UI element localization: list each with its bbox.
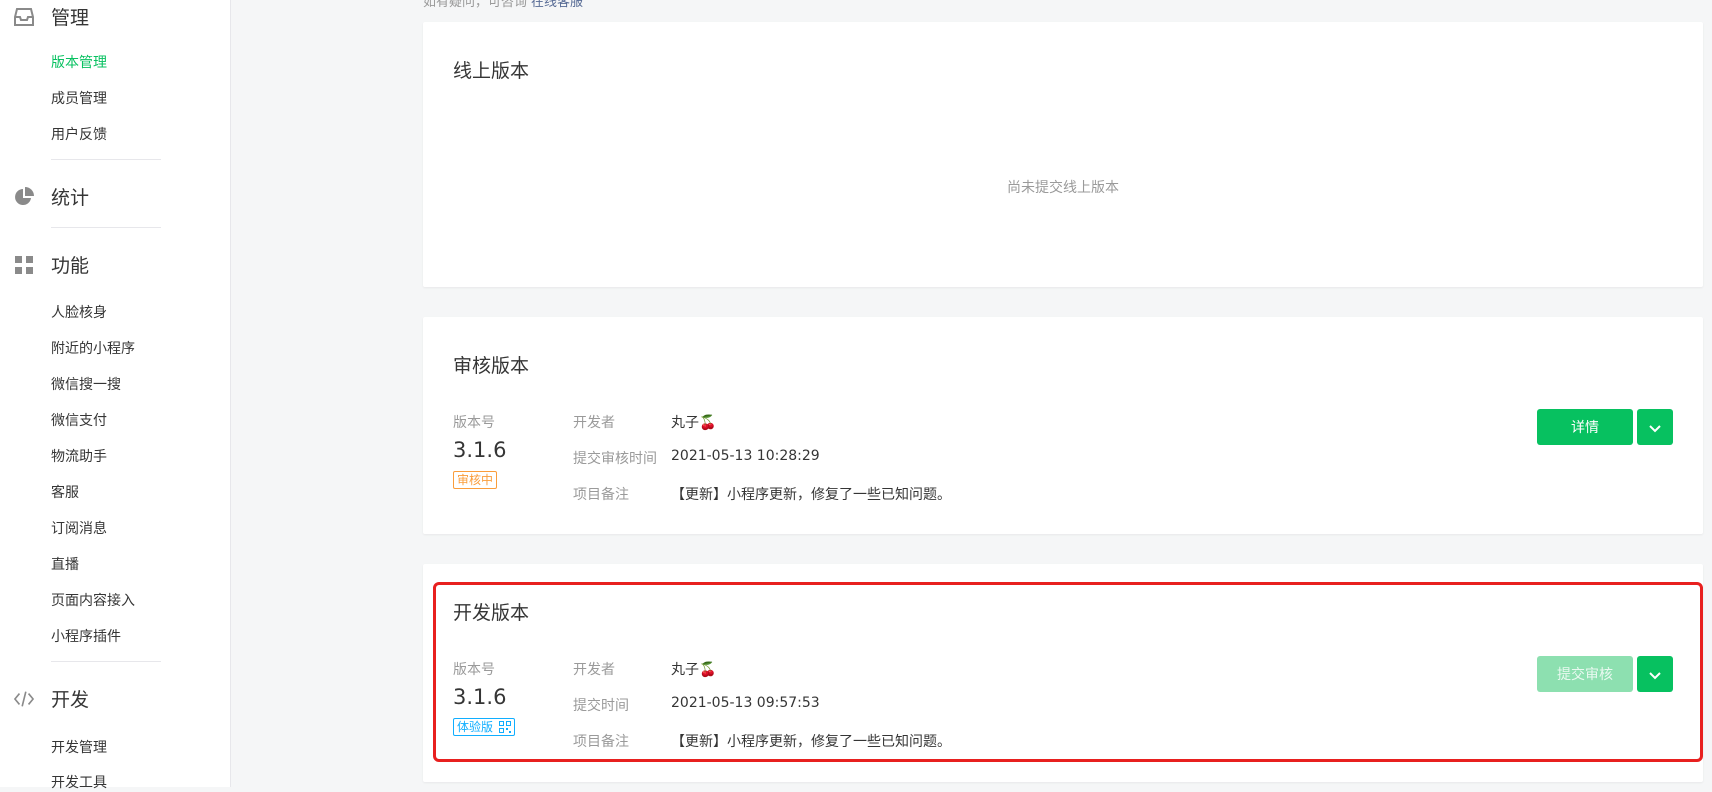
qr-code-icon[interactable] bbox=[499, 721, 512, 733]
sidebar-item-version-management[interactable]: 版本管理 bbox=[51, 52, 107, 72]
sidebar-divider bbox=[51, 661, 161, 662]
version-label: 版本号 bbox=[453, 662, 495, 678]
submit-time-label: 提交审核时间 bbox=[573, 451, 657, 467]
review-version-card: 审核版本 版本号 3.1.6 审核中 开发者 丸子🍒 提交审核时间 2021-0… bbox=[423, 317, 1703, 534]
sidebar-item-face-verification[interactable]: 人脸核身 bbox=[51, 302, 107, 322]
sidebar-item-customer-service[interactable]: 客服 bbox=[51, 482, 79, 502]
grid-icon bbox=[14, 255, 34, 275]
submit-time: 2021-05-13 09:57:53 bbox=[671, 695, 820, 711]
empty-state-text: 尚未提交线上版本 bbox=[1007, 180, 1119, 196]
sidebar-section-title: 功能 bbox=[51, 255, 90, 277]
project-note-label: 项目备注 bbox=[573, 487, 629, 503]
submit-review-button[interactable]: 提交审核 bbox=[1537, 656, 1633, 692]
status-badge-text: 体验版 bbox=[457, 720, 494, 734]
sidebar-item-page-content-access[interactable]: 页面内容接入 bbox=[51, 590, 135, 610]
sidebar-item-wechat-pay[interactable]: 微信支付 bbox=[51, 410, 107, 430]
pie-chart-icon bbox=[14, 186, 34, 207]
details-button[interactable]: 详情 bbox=[1537, 409, 1633, 445]
sidebar-item-logistics-assistant[interactable]: 物流助手 bbox=[51, 446, 107, 466]
version-number: 3.1.6 bbox=[453, 438, 507, 462]
sidebar-section-development[interactable]: 开发 bbox=[14, 685, 89, 712]
status-badge-text: 审核中 bbox=[457, 473, 494, 487]
review-more-dropdown-button[interactable] bbox=[1637, 409, 1673, 445]
status-badge: 审核中 bbox=[453, 471, 498, 489]
sidebar-divider bbox=[51, 159, 161, 160]
chevron-down-icon bbox=[1649, 665, 1661, 684]
sidebar-item-subscription-messages[interactable]: 订阅消息 bbox=[51, 518, 107, 538]
sidebar-item-nearby-miniprogram[interactable]: 附近的小程序 bbox=[51, 338, 135, 358]
developer-label: 开发者 bbox=[573, 415, 615, 431]
card-title: 开发版本 bbox=[453, 602, 530, 624]
help-hint-text: 如有疑问，可咨询 bbox=[423, 0, 528, 10]
developer-name: 丸子🍒 bbox=[671, 415, 717, 431]
version-label: 版本号 bbox=[453, 415, 495, 431]
sidebar: 管理 版本管理 成员管理 用户反馈 统计 功能 人脸核身 附近的小程序 微信搜一… bbox=[0, 0, 231, 791]
sidebar-item-miniprogram-plugins[interactable]: 小程序插件 bbox=[51, 626, 121, 646]
dev-version-card: 开发版本 版本号 3.1.6 体验版 开发者 丸子🍒 提交时间 2021-05-… bbox=[423, 564, 1703, 782]
sidebar-divider bbox=[51, 227, 161, 228]
sidebar-section-statistics[interactable]: 统计 bbox=[14, 183, 89, 210]
help-hint: 如有疑问，可咨询 在线客服 bbox=[423, 0, 583, 10]
submit-time-label: 提交时间 bbox=[573, 698, 629, 714]
version-number: 3.1.6 bbox=[453, 685, 507, 709]
project-note: 【更新】小程序更新，修复了一些已知问题。 bbox=[671, 487, 951, 503]
dev-more-dropdown-button[interactable] bbox=[1637, 656, 1673, 692]
sidebar-item-user-feedback[interactable]: 用户反馈 bbox=[51, 124, 107, 144]
sidebar-section-features[interactable]: 功能 bbox=[14, 251, 89, 278]
sidebar-item-live-stream[interactable]: 直播 bbox=[51, 554, 79, 574]
sidebar-item-wechat-search[interactable]: 微信搜一搜 bbox=[51, 374, 121, 394]
sidebar-item-dev-management[interactable]: 开发管理 bbox=[51, 737, 107, 757]
submit-time: 2021-05-13 10:28:29 bbox=[671, 448, 820, 464]
sidebar-item-member-management[interactable]: 成员管理 bbox=[51, 88, 107, 108]
sidebar-section-title: 统计 bbox=[51, 187, 90, 209]
sidebar-section-title: 管理 bbox=[51, 7, 90, 29]
card-title: 审核版本 bbox=[453, 355, 530, 377]
inbox-icon bbox=[14, 7, 34, 27]
card-title: 线上版本 bbox=[453, 60, 530, 82]
developer-name: 丸子🍒 bbox=[671, 662, 717, 678]
sidebar-section-management[interactable]: 管理 bbox=[14, 3, 89, 30]
project-note-label: 项目备注 bbox=[573, 734, 629, 750]
status-badge[interactable]: 体验版 bbox=[453, 718, 516, 736]
online-version-card: 线上版本 尚未提交线上版本 bbox=[423, 22, 1703, 287]
code-icon bbox=[14, 689, 34, 709]
developer-label: 开发者 bbox=[573, 662, 615, 678]
sidebar-section-title: 开发 bbox=[51, 689, 90, 711]
online-support-link[interactable]: 在线客服 bbox=[531, 0, 583, 10]
chevron-down-icon bbox=[1649, 418, 1661, 437]
sidebar-item-dev-tools[interactable]: 开发工具 bbox=[51, 772, 107, 792]
project-note: 【更新】小程序更新，修复了一些已知问题。 bbox=[671, 734, 951, 750]
